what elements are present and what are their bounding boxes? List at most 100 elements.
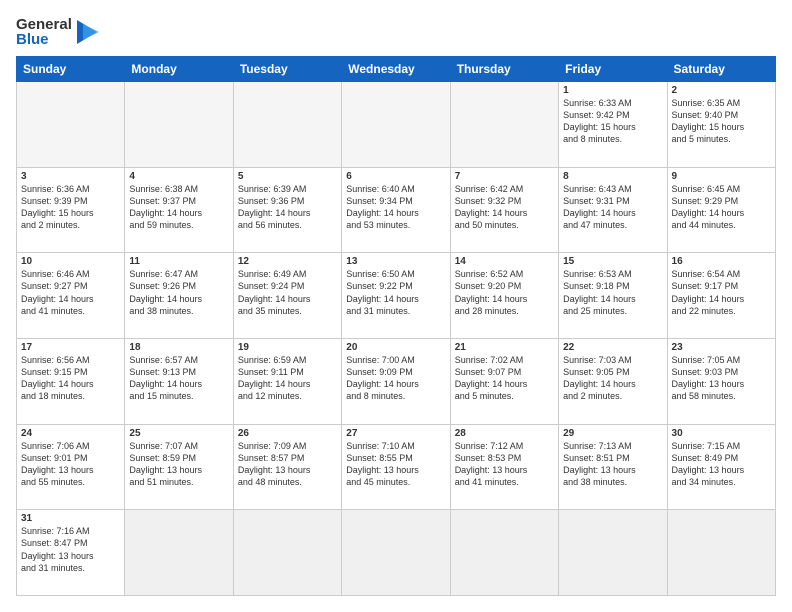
day-number: 23 [672, 342, 771, 353]
day-number: 27 [346, 428, 445, 439]
calendar-cell [125, 82, 233, 168]
calendar-cell: 14Sunrise: 6:52 AM Sunset: 9:20 PM Dayli… [450, 253, 558, 339]
day-info: Sunrise: 6:59 AM Sunset: 9:11 PM Dayligh… [238, 354, 337, 403]
logo-triangle-icon [77, 16, 105, 48]
day-info: Sunrise: 6:54 AM Sunset: 9:17 PM Dayligh… [672, 268, 771, 317]
calendar-cell: 27Sunrise: 7:10 AM Sunset: 8:55 PM Dayli… [342, 424, 450, 510]
day-info: Sunrise: 6:36 AM Sunset: 9:39 PM Dayligh… [21, 183, 120, 232]
calendar-cell: 5Sunrise: 6:39 AM Sunset: 9:36 PM Daylig… [233, 167, 341, 253]
col-tuesday: Tuesday [233, 57, 341, 82]
day-info: Sunrise: 7:05 AM Sunset: 9:03 PM Dayligh… [672, 354, 771, 403]
calendar-cell: 18Sunrise: 6:57 AM Sunset: 9:13 PM Dayli… [125, 338, 233, 424]
calendar-cell: 19Sunrise: 6:59 AM Sunset: 9:11 PM Dayli… [233, 338, 341, 424]
calendar-cell: 9Sunrise: 6:45 AM Sunset: 9:29 PM Daylig… [667, 167, 775, 253]
day-info: Sunrise: 6:56 AM Sunset: 9:15 PM Dayligh… [21, 354, 120, 403]
day-number: 30 [672, 428, 771, 439]
day-number: 11 [129, 256, 228, 267]
day-info: Sunrise: 6:50 AM Sunset: 9:22 PM Dayligh… [346, 268, 445, 317]
day-number: 29 [563, 428, 662, 439]
day-number: 16 [672, 256, 771, 267]
calendar-cell: 11Sunrise: 6:47 AM Sunset: 9:26 PM Dayli… [125, 253, 233, 339]
day-info: Sunrise: 7:00 AM Sunset: 9:09 PM Dayligh… [346, 354, 445, 403]
day-number: 22 [563, 342, 662, 353]
day-number: 9 [672, 171, 771, 182]
day-number: 5 [238, 171, 337, 182]
calendar-cell [233, 510, 341, 596]
col-saturday: Saturday [667, 57, 775, 82]
day-number: 25 [129, 428, 228, 439]
day-number: 17 [21, 342, 120, 353]
calendar-cell: 10Sunrise: 6:46 AM Sunset: 9:27 PM Dayli… [17, 253, 125, 339]
day-number: 4 [129, 171, 228, 182]
calendar-cell: 29Sunrise: 7:13 AM Sunset: 8:51 PM Dayli… [559, 424, 667, 510]
day-info: Sunrise: 6:52 AM Sunset: 9:20 PM Dayligh… [455, 268, 554, 317]
day-number: 28 [455, 428, 554, 439]
day-info: Sunrise: 6:43 AM Sunset: 9:31 PM Dayligh… [563, 183, 662, 232]
calendar-cell: 7Sunrise: 6:42 AM Sunset: 9:32 PM Daylig… [450, 167, 558, 253]
calendar-cell: 15Sunrise: 6:53 AM Sunset: 9:18 PM Dayli… [559, 253, 667, 339]
day-info: Sunrise: 6:45 AM Sunset: 9:29 PM Dayligh… [672, 183, 771, 232]
calendar-cell: 4Sunrise: 6:38 AM Sunset: 9:37 PM Daylig… [125, 167, 233, 253]
day-info: Sunrise: 6:33 AM Sunset: 9:42 PM Dayligh… [563, 97, 662, 146]
day-number: 1 [563, 85, 662, 96]
calendar-cell: 20Sunrise: 7:00 AM Sunset: 9:09 PM Dayli… [342, 338, 450, 424]
day-number: 15 [563, 256, 662, 267]
day-info: Sunrise: 7:10 AM Sunset: 8:55 PM Dayligh… [346, 440, 445, 489]
calendar-week-row: 17Sunrise: 6:56 AM Sunset: 9:15 PM Dayli… [17, 338, 776, 424]
day-number: 13 [346, 256, 445, 267]
calendar-cell: 6Sunrise: 6:40 AM Sunset: 9:34 PM Daylig… [342, 167, 450, 253]
calendar-cell [667, 510, 775, 596]
day-info: Sunrise: 6:53 AM Sunset: 9:18 PM Dayligh… [563, 268, 662, 317]
calendar-cell [342, 82, 450, 168]
calendar-cell: 22Sunrise: 7:03 AM Sunset: 9:05 PM Dayli… [559, 338, 667, 424]
calendar-cell [125, 510, 233, 596]
day-info: Sunrise: 7:15 AM Sunset: 8:49 PM Dayligh… [672, 440, 771, 489]
day-number: 3 [21, 171, 120, 182]
calendar-week-row: 24Sunrise: 7:06 AM Sunset: 9:01 PM Dayli… [17, 424, 776, 510]
day-number: 20 [346, 342, 445, 353]
calendar-cell: 28Sunrise: 7:12 AM Sunset: 8:53 PM Dayli… [450, 424, 558, 510]
calendar-cell: 17Sunrise: 6:56 AM Sunset: 9:15 PM Dayli… [17, 338, 125, 424]
page: General Blue Sunday Monday Tuesday Wedne [0, 0, 792, 612]
calendar-cell: 13Sunrise: 6:50 AM Sunset: 9:22 PM Dayli… [342, 253, 450, 339]
calendar-cell: 2Sunrise: 6:35 AM Sunset: 9:40 PM Daylig… [667, 82, 775, 168]
day-info: Sunrise: 7:07 AM Sunset: 8:59 PM Dayligh… [129, 440, 228, 489]
logo-blue: Blue [16, 32, 49, 47]
day-info: Sunrise: 6:49 AM Sunset: 9:24 PM Dayligh… [238, 268, 337, 317]
col-monday: Monday [125, 57, 233, 82]
calendar-cell: 3Sunrise: 6:36 AM Sunset: 9:39 PM Daylig… [17, 167, 125, 253]
day-number: 19 [238, 342, 337, 353]
logo: General Blue [16, 16, 105, 48]
day-number: 10 [21, 256, 120, 267]
calendar-cell: 24Sunrise: 7:06 AM Sunset: 9:01 PM Dayli… [17, 424, 125, 510]
day-info: Sunrise: 6:38 AM Sunset: 9:37 PM Dayligh… [129, 183, 228, 232]
header: General Blue [16, 16, 776, 48]
calendar-cell: 12Sunrise: 6:49 AM Sunset: 9:24 PM Dayli… [233, 253, 341, 339]
calendar-cell [450, 82, 558, 168]
calendar-week-row: 3Sunrise: 6:36 AM Sunset: 9:39 PM Daylig… [17, 167, 776, 253]
calendar-cell: 30Sunrise: 7:15 AM Sunset: 8:49 PM Dayli… [667, 424, 775, 510]
day-info: Sunrise: 7:09 AM Sunset: 8:57 PM Dayligh… [238, 440, 337, 489]
logo-general: General [16, 17, 72, 32]
day-info: Sunrise: 7:02 AM Sunset: 9:07 PM Dayligh… [455, 354, 554, 403]
day-info: Sunrise: 7:06 AM Sunset: 9:01 PM Dayligh… [21, 440, 120, 489]
day-info: Sunrise: 6:47 AM Sunset: 9:26 PM Dayligh… [129, 268, 228, 317]
calendar-cell: 8Sunrise: 6:43 AM Sunset: 9:31 PM Daylig… [559, 167, 667, 253]
calendar-cell: 23Sunrise: 7:05 AM Sunset: 9:03 PM Dayli… [667, 338, 775, 424]
day-info: Sunrise: 6:42 AM Sunset: 9:32 PM Dayligh… [455, 183, 554, 232]
day-info: Sunrise: 6:40 AM Sunset: 9:34 PM Dayligh… [346, 183, 445, 232]
day-number: 12 [238, 256, 337, 267]
calendar-cell [17, 82, 125, 168]
calendar-cell [559, 510, 667, 596]
calendar-cell [233, 82, 341, 168]
col-sunday: Sunday [17, 57, 125, 82]
calendar-cell: 1Sunrise: 6:33 AM Sunset: 9:42 PM Daylig… [559, 82, 667, 168]
day-number: 7 [455, 171, 554, 182]
day-number: 18 [129, 342, 228, 353]
day-info: Sunrise: 6:35 AM Sunset: 9:40 PM Dayligh… [672, 97, 771, 146]
calendar-cell: 16Sunrise: 6:54 AM Sunset: 9:17 PM Dayli… [667, 253, 775, 339]
col-wednesday: Wednesday [342, 57, 450, 82]
calendar-header-row: Sunday Monday Tuesday Wednesday Thursday… [17, 57, 776, 82]
calendar-cell: 21Sunrise: 7:02 AM Sunset: 9:07 PM Dayli… [450, 338, 558, 424]
day-info: Sunrise: 7:13 AM Sunset: 8:51 PM Dayligh… [563, 440, 662, 489]
